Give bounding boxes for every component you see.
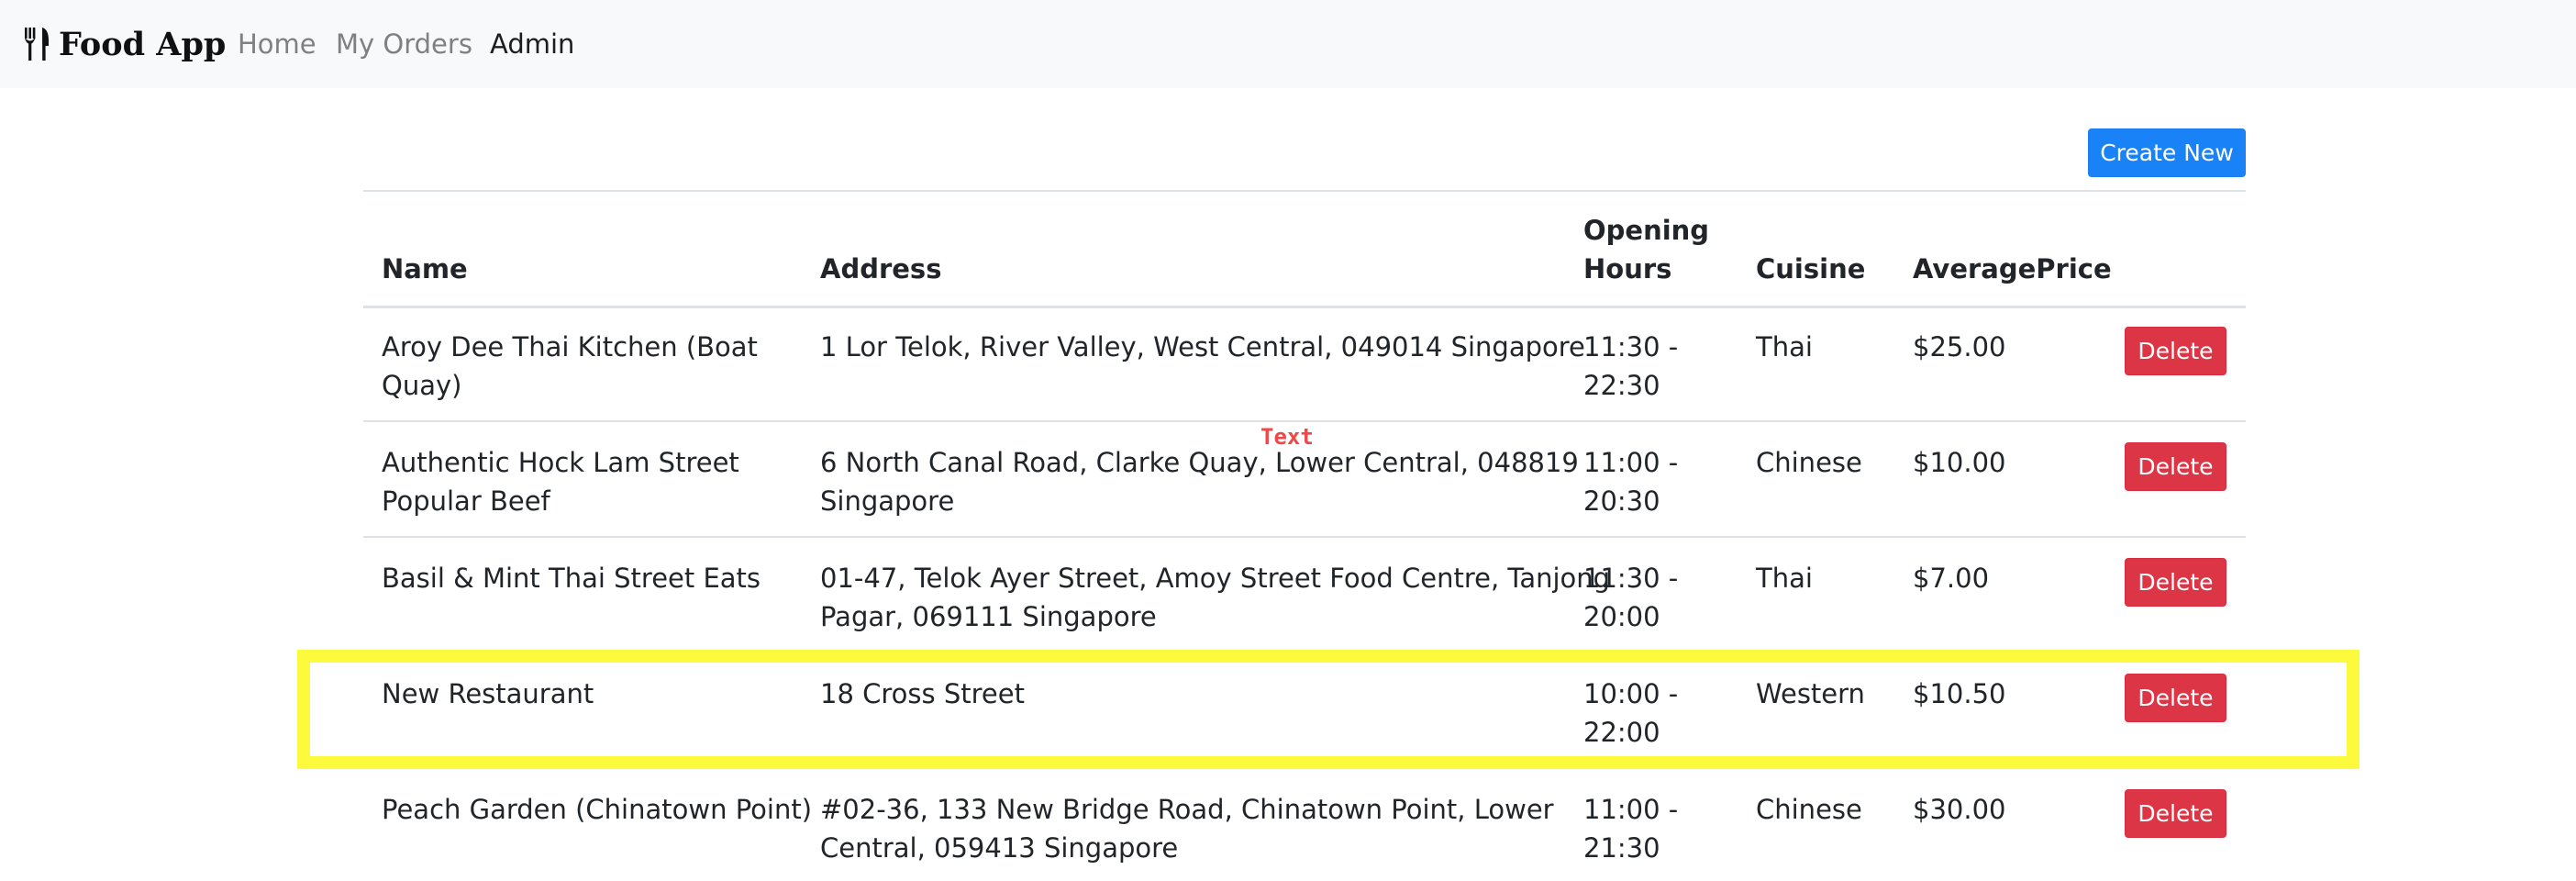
row-hours-end: 21:30 — [1583, 832, 1660, 864]
delete-button[interactable]: Delete — [2125, 789, 2226, 838]
header-divider — [363, 306, 2246, 308]
nav-home[interactable]: Home — [238, 0, 316, 88]
row-hours-end: 20:00 — [1583, 601, 1660, 632]
nav-my-orders[interactable]: My Orders — [336, 0, 472, 88]
nav-admin[interactable]: Admin — [490, 0, 574, 88]
header-name: Name — [382, 253, 468, 284]
row-hours-end: 20:30 — [1583, 485, 1660, 517]
brand-title: Food App — [59, 25, 227, 63]
row-cuisine: Thai — [1756, 563, 1813, 594]
row-name-cont: Quay) — [382, 370, 462, 401]
row-name: Authentic Hock Lam Street — [382, 447, 739, 478]
row-cuisine: Thai — [1756, 331, 1813, 362]
row-name: Basil & Mint Thai Street Eats — [382, 563, 761, 594]
row-price: $7.00 — [1913, 563, 1990, 594]
brand-link[interactable]: Food App — [22, 0, 226, 88]
row-price: $25.00 — [1913, 331, 2006, 362]
row-cuisine: Chinese — [1756, 794, 1862, 825]
header-hours-line1: Opening — [1583, 215, 1710, 246]
row-name: Peach Garden (Chinatown Point) — [382, 794, 813, 825]
divider — [363, 190, 2246, 192]
row-hours-end: 22:00 — [1583, 717, 1660, 748]
row-address-cont: Pagar, 069111 Singapore — [820, 601, 1157, 632]
row-divider — [363, 420, 2246, 422]
row-hours: 11:30 - — [1583, 563, 1679, 594]
row-hours-end: 22:30 — [1583, 370, 1660, 401]
row-address: 1 Lor Telok, River Valley, West Central,… — [820, 331, 1585, 362]
header-address: Address — [820, 253, 942, 284]
row-cuisine: Western — [1756, 678, 1865, 709]
row-address-cont: Central, 059413 Singapore — [820, 832, 1179, 864]
row-hours: 11:00 - — [1583, 447, 1679, 478]
row-divider — [363, 536, 2246, 538]
create-new-button[interactable]: Create New — [2088, 128, 2246, 177]
row-address: 6 North Canal Road, Clarke Quay, Lower C… — [820, 447, 1579, 478]
header-cuisine: Cuisine — [1756, 253, 1866, 284]
row-divider — [363, 652, 2246, 653]
row-name: Aroy Dee Thai Kitchen (Boat — [382, 331, 758, 362]
row-address: #02-36, 133 New Bridge Road, Chinatown P… — [820, 794, 1554, 825]
row-price: $30.00 — [1913, 794, 2006, 825]
delete-button[interactable]: Delete — [2125, 674, 2226, 722]
delete-button[interactable]: Delete — [2125, 558, 2226, 607]
row-address: 18 Cross Street — [820, 678, 1025, 709]
text-annotation-label: Text — [1260, 424, 1314, 450]
row-highlight-box — [297, 650, 2359, 769]
row-hours: 11:00 - — [1583, 794, 1679, 825]
header-hours-line2: Hours — [1583, 253, 1672, 284]
row-name: New Restaurant — [382, 678, 594, 709]
navbar: Food App Home My Orders Admin — [0, 0, 2576, 88]
row-name-cont: Popular Beef — [382, 485, 550, 517]
header-average-price: AveragePrice — [1913, 253, 2112, 284]
row-address-cont: Singapore — [820, 485, 955, 517]
row-price: $10.00 — [1913, 447, 2006, 478]
row-price: $10.50 — [1913, 678, 2006, 709]
row-cuisine: Chinese — [1756, 447, 1862, 478]
row-hours: 10:00 - — [1583, 678, 1679, 709]
row-address: 01-47, Telok Ayer Street, Amoy Street Fo… — [820, 563, 1611, 594]
delete-button[interactable]: Delete — [2125, 442, 2226, 491]
row-hours: 11:30 - — [1583, 331, 1679, 362]
delete-button[interactable]: Delete — [2125, 327, 2226, 375]
fork-knife-icon — [25, 28, 49, 61]
row-divider — [363, 767, 2246, 769]
